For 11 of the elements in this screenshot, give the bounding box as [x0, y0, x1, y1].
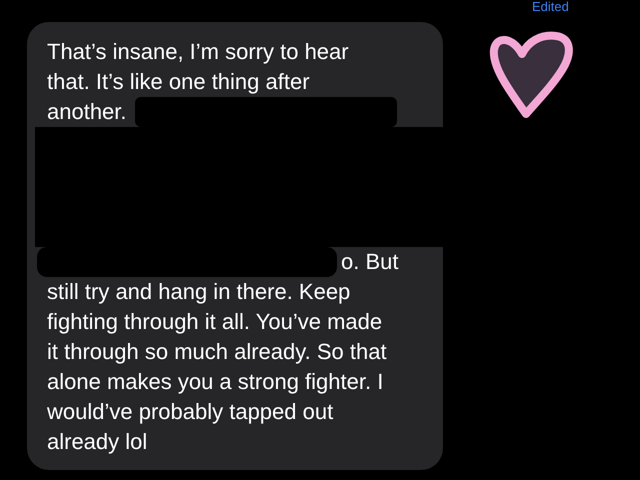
message-text: would’ve probably tapped out — [47, 398, 334, 426]
message-text: it through so much already. So that — [47, 338, 387, 366]
message-text: already lol — [47, 428, 148, 456]
edited-label: Edited — [532, 0, 569, 14]
message-text: another. — [47, 98, 127, 126]
message-text: still try and hang in there. Keep — [47, 278, 350, 306]
message-text: o. But — [341, 248, 398, 276]
message-text: alone makes you a strong fighter. I — [47, 368, 384, 396]
message-text: that. It’s like one thing after — [47, 68, 310, 96]
message-text: That’s insane, I’m sorry to hear — [47, 38, 349, 66]
message-text: fighting through it all. You’ve made — [47, 308, 382, 336]
